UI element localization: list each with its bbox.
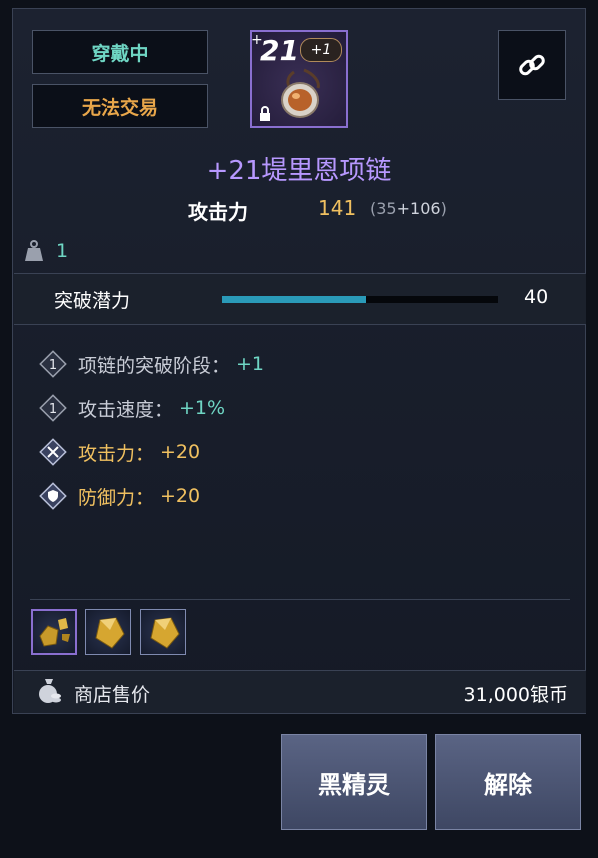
enhance-level: 21 bbox=[260, 34, 299, 67]
potential-bar-fill bbox=[222, 296, 366, 303]
shop-price-row: 商店售价 31,000银币 bbox=[14, 670, 586, 713]
potential-bar bbox=[222, 296, 498, 303]
stat-row: 1 项链的突破阶段： +1 bbox=[38, 348, 264, 380]
shop-price-value: 31,000银币 bbox=[463, 684, 568, 706]
gem-slot[interactable] bbox=[31, 609, 77, 655]
dark-elf-button[interactable]: 黑精灵 bbox=[281, 734, 427, 830]
gold-crystal-icon bbox=[86, 610, 130, 654]
stat-value: +20 bbox=[160, 441, 201, 463]
potential-row: 突破潜力 40 bbox=[14, 273, 586, 325]
svg-text:1: 1 bbox=[49, 402, 57, 417]
rank-1-diamond-icon: 1 bbox=[38, 393, 68, 423]
shield-diamond-icon bbox=[38, 481, 68, 511]
shop-price-label: 商店售价 bbox=[74, 684, 151, 706]
stat-label: 项链的突破阶段： bbox=[78, 354, 231, 377]
stat-value: +1 bbox=[236, 353, 265, 375]
weight-icon bbox=[25, 240, 43, 261]
stat-label: 攻击力： bbox=[78, 442, 155, 465]
money-bag-icon bbox=[39, 679, 61, 703]
bonus-badge: +1 bbox=[300, 38, 342, 62]
stat-value: +20 bbox=[160, 485, 201, 507]
potential-value: 40 bbox=[524, 286, 549, 308]
lock-icon bbox=[260, 106, 270, 121]
remove-button[interactable]: 解除 bbox=[435, 734, 581, 830]
svg-text:1: 1 bbox=[49, 358, 57, 373]
gem-slot[interactable] bbox=[140, 609, 186, 655]
stat-label: 攻击速度： bbox=[78, 398, 174, 421]
stat-value: +1% bbox=[179, 397, 226, 419]
chain-link-icon bbox=[519, 54, 545, 76]
attack-label: 攻击力 bbox=[188, 200, 248, 224]
item-name: +21堤里恩项链 bbox=[206, 156, 392, 186]
stat-label: 防御力： bbox=[78, 486, 155, 509]
gold-crystal-cluster-icon bbox=[33, 611, 75, 653]
weight-value: 1 bbox=[56, 240, 69, 262]
rank-1-diamond-icon: 1 bbox=[38, 349, 68, 379]
attack-value: 141 bbox=[318, 196, 357, 220]
link-button[interactable] bbox=[498, 30, 566, 100]
gold-crystal-icon bbox=[141, 610, 185, 654]
potential-label: 突破潜力 bbox=[54, 290, 131, 312]
gem-slot[interactable] bbox=[85, 609, 131, 655]
amulet-icon bbox=[281, 68, 320, 118]
equipped-badge: 穿戴中 bbox=[32, 30, 208, 74]
crossed-swords-diamond-icon bbox=[38, 437, 68, 467]
stat-row: 1 攻击速度： +1% bbox=[38, 392, 225, 424]
untradable-badge: 无法交易 bbox=[32, 84, 208, 128]
item-icon-slot[interactable]: + 21 +1 bbox=[250, 30, 348, 128]
stat-row: 防御力： +20 bbox=[38, 480, 200, 512]
divider bbox=[30, 599, 570, 600]
stat-row: 攻击力： +20 bbox=[38, 436, 200, 468]
attack-breakdown: (35+106) bbox=[370, 199, 447, 218]
